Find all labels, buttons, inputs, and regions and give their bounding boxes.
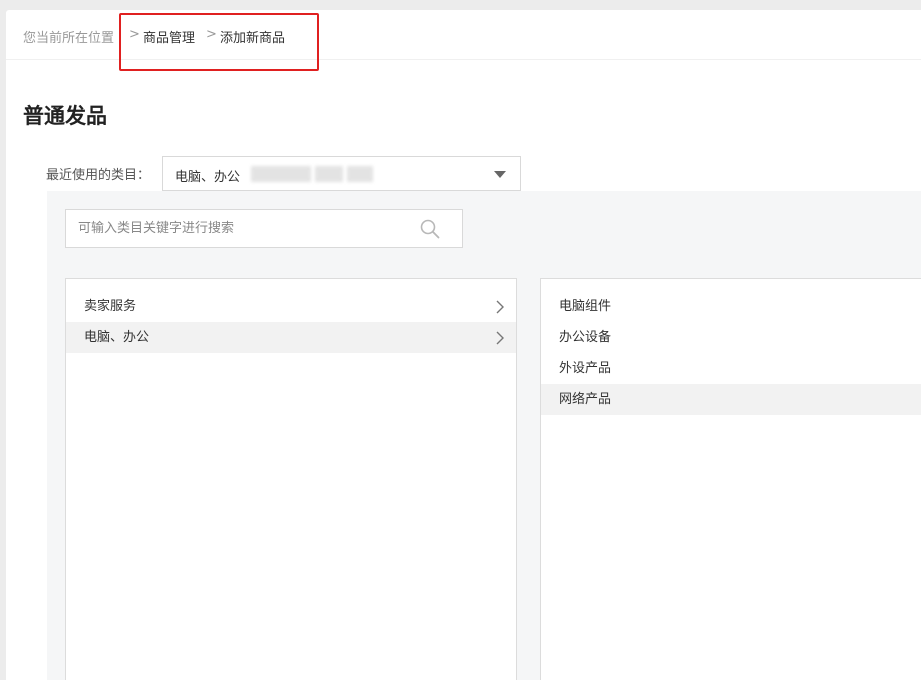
- category-item-label: 电脑、办公: [84, 330, 150, 345]
- category-item-label: 外设产品: [559, 361, 612, 376]
- category-search-box: [65, 209, 463, 248]
- category-item-label: 电脑组件: [559, 299, 612, 314]
- breadcrumb-prefix: 您当前所在位置: [23, 31, 115, 46]
- annotation-highlight-box: [119, 13, 319, 71]
- redacted-text: [251, 166, 311, 182]
- category-item-peripherals[interactable]: 外设产品: [541, 353, 921, 384]
- category-item-computer-components[interactable]: 电脑组件: [541, 291, 921, 322]
- category-item-seller-services[interactable]: 卖家服务: [66, 291, 516, 322]
- recent-category-select[interactable]: 电脑、办公: [162, 156, 521, 191]
- category-level1-list: 卖家服务 电脑、办公: [65, 278, 517, 680]
- caret-down-icon: [494, 171, 506, 178]
- category-item-label: 网络产品: [559, 392, 612, 407]
- redacted-text: [347, 166, 373, 182]
- recent-category-label: 最近使用的类目：: [46, 168, 151, 183]
- search-icon[interactable]: [420, 219, 440, 239]
- recent-category-value: 电脑、办公: [175, 170, 241, 185]
- category-item-computer-office[interactable]: 电脑、办公: [66, 322, 516, 353]
- page-title: 普通发品: [23, 104, 107, 128]
- category-item-office-equipment[interactable]: 办公设备: [541, 322, 921, 353]
- category-item-label: 办公设备: [559, 330, 612, 345]
- main-page: 您当前所在位置 > 商品管理 > 添加新商品 普通发品 最近使用的类目： 电脑、…: [6, 10, 921, 680]
- category-item-label: 卖家服务: [84, 299, 137, 314]
- category-level2-list: 电脑组件 办公设备 外设产品 网络产品: [540, 278, 921, 680]
- chevron-right-icon: [496, 300, 504, 314]
- category-search-input[interactable]: [66, 210, 418, 247]
- chevron-right-icon: [496, 331, 504, 345]
- redacted-text: [315, 166, 343, 182]
- category-selector-panel: 卖家服务 电脑、办公 电脑组件 办公设备: [47, 191, 921, 680]
- category-item-network-products[interactable]: 网络产品: [541, 384, 921, 415]
